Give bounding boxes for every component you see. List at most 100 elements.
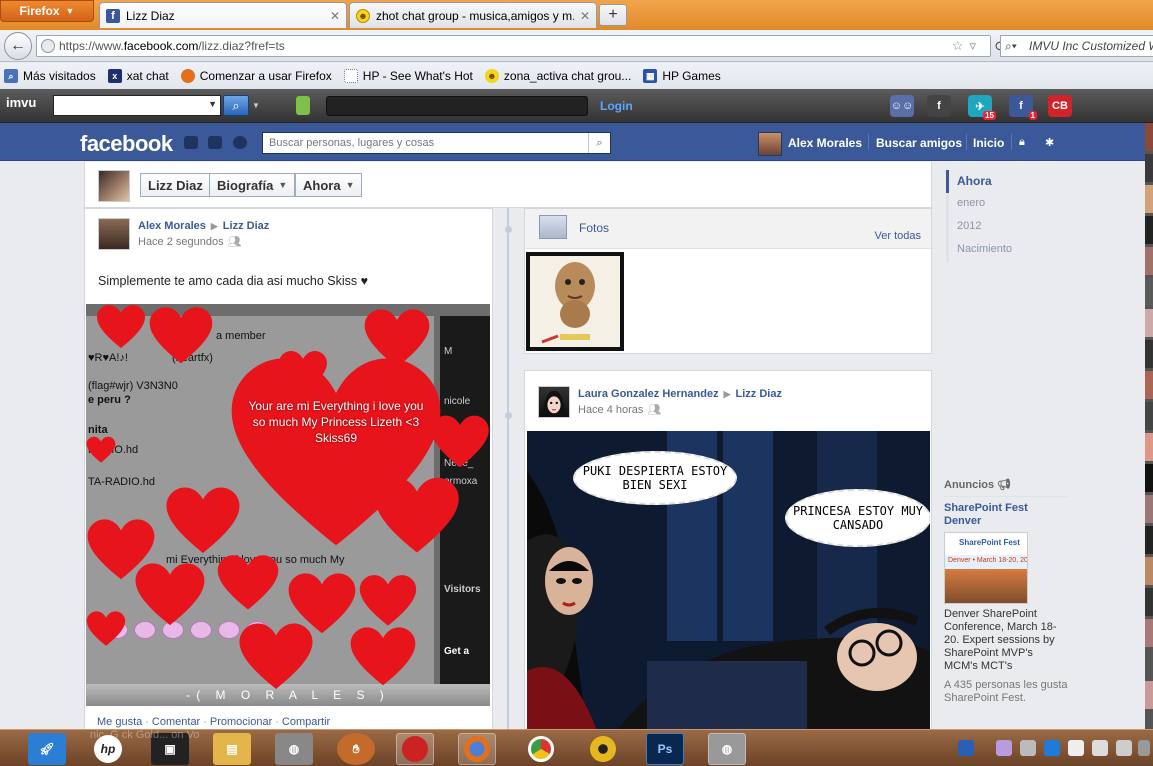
search-engine-box[interactable]: ⌕▾ IMVU Inc Customized W	[1000, 35, 1153, 57]
bookmark-mas-visitados[interactable]: ⌕ Más visitados	[4, 69, 96, 83]
search-icon[interactable]: ⌕	[588, 133, 610, 153]
bookmark-hp-games[interactable]: ▦ HP Games	[643, 69, 721, 83]
profile-picture-thumb[interactable]	[98, 170, 130, 202]
now-dropdown[interactable]: Ahora ▼	[295, 173, 363, 197]
tab-zhot-chat[interactable]: ☻ zhot chat group - musica,amigos y m...…	[349, 2, 597, 28]
post-photo-comic[interactable]: PUKI DESPIERTA ESTOY BIEN SEXI PRINCESA …	[527, 431, 930, 731]
bookmark-hp-hot[interactable]: HP - See What's Hot	[343, 69, 473, 83]
timeline-item-january[interactable]: enero	[949, 193, 1066, 216]
flag-tray-icon[interactable]	[1116, 740, 1132, 756]
pen-tray-icon[interactable]	[996, 740, 1012, 756]
url-prefix: https://www.	[59, 39, 124, 53]
avatar[interactable]	[98, 218, 130, 250]
new-tab-button[interactable]: +	[599, 4, 627, 26]
imvu-logo[interactable]: imvu	[6, 95, 36, 115]
timeline-item-2012[interactable]: 2012	[949, 216, 1066, 239]
home-link[interactable]: Inicio	[973, 136, 1004, 150]
imvu-search-input[interactable]: ▼	[53, 95, 221, 116]
friend-requests-icon[interactable]	[184, 136, 198, 149]
messages-icon[interactable]: ✈ 15	[968, 95, 996, 120]
user-name-link[interactable]: Alex Morales	[788, 136, 862, 150]
comment-link[interactable]: Comentar	[152, 716, 200, 728]
audience-friends-icon[interactable]: 👥︎	[228, 236, 242, 248]
photos-title-link[interactable]: Fotos	[579, 221, 609, 235]
heart-message-text: Your are mi Everything i love you so muc…	[248, 399, 424, 445]
media-app-icon[interactable]	[396, 733, 434, 765]
explorer-app-icon[interactable]: ▤	[213, 733, 251, 765]
imvu-facebook-icon[interactable]: f	[927, 95, 951, 117]
post-photo-chat-screenshot[interactable]: a member ♥R♥A!♪! (heartfx) (flag#wjr) V3…	[86, 304, 490, 706]
audience-friends-icon[interactable]: 👥︎	[647, 404, 661, 416]
network-tray-icon[interactable]	[1044, 740, 1060, 756]
imvu-search-button[interactable]: ⌕	[223, 95, 249, 116]
chrome-app-icon[interactable]	[522, 733, 560, 765]
gear-icon[interactable]: ✱	[1045, 136, 1054, 149]
imvu-login-field[interactable]	[326, 96, 588, 116]
notifications-globe-icon[interactable]	[233, 136, 247, 149]
post-target-link[interactable]: Lizz Diaz	[223, 220, 269, 232]
heart-icon	[231, 358, 441, 546]
ad-title-link[interactable]: SharePoint Fest Denver	[944, 502, 1068, 528]
post-time-link[interactable]: Hace 4 horas	[578, 404, 643, 416]
glove-app-icon[interactable]: ✋︎	[337, 733, 375, 765]
timeline-item-birth[interactable]: Nacimiento	[949, 239, 1066, 262]
ad-image[interactable]: SharePoint Fest Denver • March 18-20, 20…	[944, 532, 1028, 604]
friends-icon[interactable]: ☺☺	[890, 95, 914, 117]
rocket-app-icon[interactable]: 🚀︎	[28, 733, 66, 765]
share-link[interactable]: Compartir	[282, 716, 330, 728]
chat-sidebar-strip[interactable]	[1145, 123, 1153, 729]
url-bar[interactable]: https://www. facebook.com/lizz.diaz?fref=…	[36, 35, 991, 57]
bookmark-firefox[interactable]: Comenzar a usar Firefox	[180, 69, 332, 83]
firefox-menu-button[interactable]: Firefox ▼	[0, 0, 94, 22]
volume-tray-icon[interactable]	[1138, 740, 1150, 756]
bluetooth-tray-icon[interactable]	[1020, 740, 1036, 756]
photoshop-app-icon[interactable]: Ps	[646, 733, 684, 765]
avatar[interactable]	[538, 386, 570, 418]
cb-icon[interactable]: CB	[1048, 95, 1072, 117]
chevron-down-icon[interactable]: ▼	[252, 101, 260, 110]
messages-jewel-icon[interactable]	[208, 136, 222, 149]
imvu-login-link[interactable]: Login	[600, 99, 633, 113]
ad-likes[interactable]: A 435 personas les gusta SharePoint Fest…	[944, 679, 1068, 705]
imvu2-app-icon[interactable]: ◍	[708, 733, 746, 765]
avatar[interactable]	[758, 132, 782, 156]
tab-lizz-diaz[interactable]: f Lizz Diaz ✕	[99, 2, 347, 28]
bookmark-zona-activa[interactable]: ☻ zona_activa chat grou...	[484, 69, 631, 83]
photo-thumbnail[interactable]	[526, 252, 624, 351]
imvu-tray-icon[interactable]	[1068, 740, 1084, 756]
profile-name-button[interactable]: Lizz Diaz	[140, 173, 211, 197]
chat-line: TA-RADIO.hd	[88, 476, 156, 488]
like-link[interactable]: Me gusta	[97, 716, 142, 728]
facebook-search-input[interactable]: Buscar personas, lugares y cosas ⌕	[262, 132, 611, 154]
disc-app-icon[interactable]	[584, 733, 622, 765]
promote-link[interactable]: Promocionar	[210, 716, 272, 728]
post-target-link[interactable]: Lizz Diaz	[736, 388, 782, 400]
close-icon[interactable]: ✕	[330, 9, 340, 23]
chat-get-label: Get a	[444, 646, 470, 657]
signal-tray-icon[interactable]	[1092, 740, 1108, 756]
chevron-down-icon[interactable]: ▼	[208, 99, 217, 109]
chevron-down-icon: ▼	[65, 6, 75, 16]
close-icon[interactable]: ✕	[580, 9, 590, 23]
back-button[interactable]: ←	[4, 32, 32, 60]
help-tray-icon[interactable]	[958, 740, 974, 756]
tab-label: Lizz Diaz	[126, 8, 175, 23]
timeline-item-now[interactable]: Ahora	[946, 170, 1066, 193]
imvu-app-icon[interactable]: ◍	[275, 733, 313, 765]
timeline-dropdown[interactable]: Biografía ▼	[209, 173, 296, 197]
facebook-logo[interactable]: facebook	[80, 131, 173, 157]
chevron-down-icon: ▼	[278, 180, 288, 190]
find-friends-link[interactable]: Buscar amigos	[876, 136, 962, 150]
bookmark-star-icon[interactable]: ☆▿	[952, 38, 982, 54]
bookmark-xat-chat[interactable]: x xat chat	[107, 69, 169, 83]
privacy-lock-icon[interactable]: 🔒︎	[1019, 136, 1025, 149]
post-author-link[interactable]: Alex Morales	[138, 220, 206, 232]
heart-icon	[236, 622, 316, 692]
see-all-link[interactable]: Ver todas	[875, 230, 921, 242]
firefox-app-icon[interactable]	[458, 733, 496, 765]
facebook-notify-icon[interactable]: f1	[1009, 95, 1037, 120]
post-time-link[interactable]: Hace 2 segundos	[138, 236, 224, 248]
profile-header-strip: Lizz Diaz Biografía ▼ Ahora ▼	[84, 162, 932, 208]
photo-cartoon-peanut	[530, 256, 620, 347]
post-author-link[interactable]: Laura Gonzalez Hernandez	[578, 388, 719, 400]
